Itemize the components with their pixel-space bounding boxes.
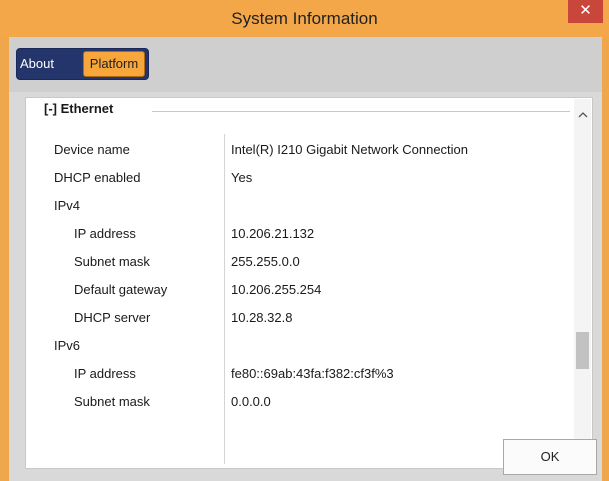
ok-button[interactable]: OK <box>503 439 597 475</box>
system-information-window: System Information ✕ About Platform [-] … <box>0 0 609 481</box>
title-bar: System Information ✕ <box>0 0 609 37</box>
list-item: Device name Intel(R) I210 Gigabit Networ… <box>26 142 566 162</box>
list-item: IP address 10.206.21.132 <box>26 226 566 246</box>
info-panel: [-] Ethernet Device name Intel(R) I210 G… <box>25 97 593 469</box>
property-value: 10.28.32.8 <box>231 310 293 325</box>
section-divider <box>152 111 570 112</box>
property-label: Device name <box>54 142 130 157</box>
property-group-label: IPv6 <box>54 338 81 353</box>
property-value: 10.206.255.254 <box>231 282 322 297</box>
property-label: IP address <box>74 226 136 241</box>
vertical-scrollbar[interactable] <box>574 99 591 467</box>
property-label: DHCP enabled <box>54 170 141 185</box>
tab-group: About Platform <box>16 48 149 80</box>
list-item: Default gateway 10.206.255.254 <box>26 282 566 302</box>
list-item: DHCP enabled Yes <box>26 170 566 190</box>
list-item: IPv6 <box>26 338 566 358</box>
property-label: IP address <box>74 366 136 381</box>
tab-about[interactable]: About <box>20 55 54 73</box>
property-group-label: IPv4 <box>54 198 81 213</box>
property-label: DHCP server <box>74 310 151 325</box>
property-label: Subnet mask <box>74 254 150 269</box>
tab-bar: About Platform <box>9 37 602 92</box>
property-label: Subnet mask <box>74 394 150 409</box>
property-value: 0.0.0.0 <box>231 394 271 409</box>
dialog-client-area: About Platform [-] Ethernet Device name … <box>9 37 602 481</box>
property-label: Default gateway <box>74 282 168 297</box>
window-title: System Information <box>231 9 378 28</box>
tab-platform[interactable]: Platform <box>83 51 145 77</box>
list-item: IP address fe80::69ab:43fa:f382:cf3f%3 <box>26 366 566 386</box>
list-item: Subnet mask 255.255.0.0 <box>26 254 566 274</box>
property-value: 255.255.0.0 <box>231 254 300 269</box>
list-item: Subnet mask 0.0.0.0 <box>26 394 566 414</box>
property-value: 10.206.21.132 <box>231 226 315 241</box>
close-icon[interactable]: ✕ <box>568 0 603 23</box>
ethernet-section-toggle[interactable]: [-] Ethernet <box>44 101 120 121</box>
property-value: Intel(R) I210 Gigabit Network Connection <box>231 142 469 157</box>
scrollbar-thumb[interactable] <box>576 332 589 369</box>
chevron-up-icon[interactable] <box>574 107 591 125</box>
property-value: Yes <box>231 170 253 185</box>
list-item: DHCP server 10.28.32.8 <box>26 310 566 330</box>
property-value: fe80::69ab:43fa:f382:cf3f%3 <box>231 366 394 381</box>
list-item: IPv4 <box>26 198 566 218</box>
